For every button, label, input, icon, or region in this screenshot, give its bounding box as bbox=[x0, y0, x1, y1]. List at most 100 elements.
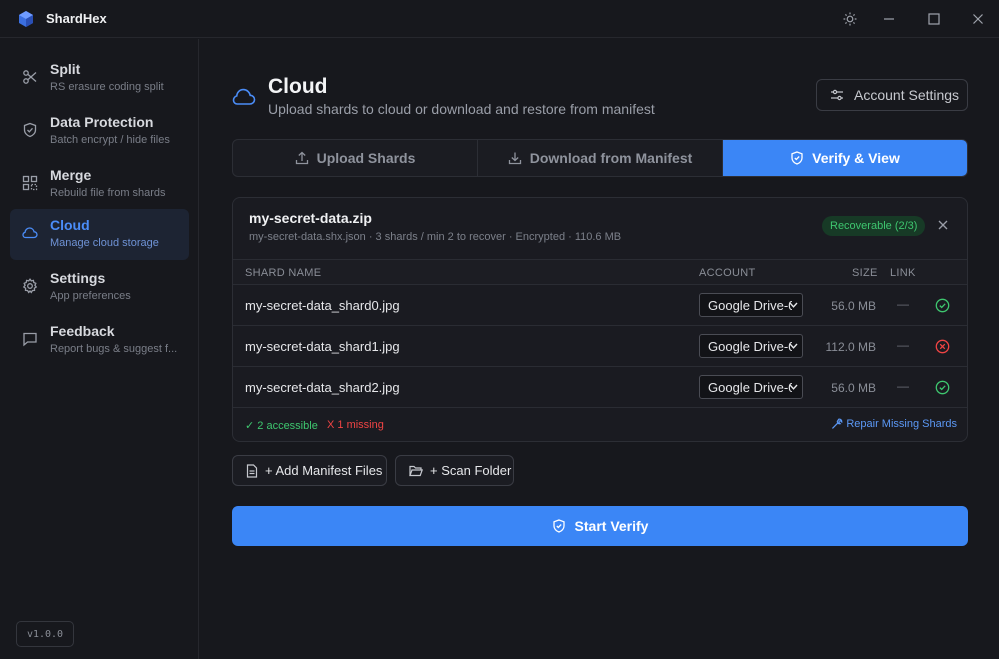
maximize-icon bbox=[928, 13, 940, 25]
sidebar-item-feedback[interactable]: Feedback Report bugs & suggest f... bbox=[10, 315, 189, 366]
sidebar-item-subtitle: Manage cloud storage bbox=[50, 237, 159, 249]
folder-open-icon bbox=[409, 465, 423, 476]
account-select-value: Google Drive-0 bbox=[708, 379, 792, 395]
shard-link: — bbox=[897, 297, 909, 311]
sidebar-item-subtitle: RS erasure coding split bbox=[50, 81, 164, 93]
close-icon[interactable] bbox=[936, 218, 950, 232]
add-manifest-files-button[interactable]: + Add Manifest Files bbox=[232, 455, 387, 486]
cloud-icon bbox=[22, 227, 38, 239]
tab-label: Verify & View bbox=[812, 150, 900, 166]
scan-folder-label: + Scan Folder bbox=[430, 463, 512, 478]
shard-size: 112.0 MB bbox=[825, 340, 876, 354]
chevron-down-icon bbox=[789, 384, 798, 390]
sidebar-item-settings[interactable]: Settings App preferences bbox=[10, 262, 189, 313]
shard-link: — bbox=[897, 379, 909, 393]
tab-bar: Upload Shards Download from Manifest Ver… bbox=[232, 139, 968, 177]
sidebar-item-split[interactable]: Split RS erasure coding split bbox=[10, 53, 189, 104]
account-select[interactable]: Google Drive-0 bbox=[699, 375, 803, 399]
title-bar: ShardHex bbox=[0, 0, 999, 38]
sidebar-item-subtitle: Rebuild file from shards bbox=[50, 187, 166, 199]
shard-name: my-secret-data_shard1.jpg bbox=[245, 339, 400, 354]
theme-toggle-button[interactable] bbox=[840, 9, 860, 29]
sidebar-item-label: Settings bbox=[50, 270, 106, 286]
manifest-card: my-secret-data.zip my-secret-data.shx.js… bbox=[232, 197, 968, 442]
column-header-link: LINK bbox=[890, 267, 916, 279]
main-content: Cloud Upload shards to cloud or download… bbox=[200, 39, 999, 659]
manifest-file-name: my-secret-data.zip bbox=[249, 210, 372, 226]
table-row: my-secret-data_shard2.jpg Google Drive-0… bbox=[233, 367, 967, 408]
sidebar-item-data-protection[interactable]: Data Protection Batch encrypt / hide fil… bbox=[10, 106, 189, 157]
maximize-button[interactable] bbox=[924, 9, 944, 29]
shard-link: — bbox=[897, 338, 909, 352]
table-row: my-secret-data_shard0.jpg Google Drive-0… bbox=[233, 285, 967, 326]
cloud-icon bbox=[232, 88, 256, 105]
tab-verify-and-view[interactable]: Verify & View bbox=[723, 140, 967, 176]
sidebar-item-subtitle: Report bugs & suggest f... bbox=[50, 343, 178, 355]
wrench-icon bbox=[832, 418, 843, 429]
scissors-icon bbox=[23, 70, 37, 84]
sliders-icon bbox=[831, 89, 843, 101]
add-manifest-label: + Add Manifest Files bbox=[265, 463, 383, 478]
sidebar-item-subtitle: Batch encrypt / hide files bbox=[50, 134, 170, 146]
table-header: SHARD NAME ACCOUNT SIZE LINK bbox=[233, 259, 967, 285]
close-icon bbox=[973, 14, 983, 24]
repair-missing-shards-link[interactable]: Repair Missing Shards bbox=[831, 418, 957, 430]
download-icon bbox=[508, 152, 521, 165]
chevron-down-icon bbox=[789, 343, 798, 349]
sidebar-item-label: Cloud bbox=[50, 217, 90, 233]
verify-summary: ✓ 2 accessible X 1 missing Repair Missin… bbox=[233, 408, 967, 441]
shard-size: 56.0 MB bbox=[831, 299, 876, 313]
x-circle-icon bbox=[935, 339, 950, 354]
minimize-button[interactable] bbox=[879, 9, 899, 29]
accessible-count: ✓ 2 accessible bbox=[245, 420, 318, 432]
sidebar-item-label: Feedback bbox=[50, 323, 115, 339]
sidebar-item-label: Data Protection bbox=[50, 114, 154, 130]
shard-name: my-secret-data_shard0.jpg bbox=[245, 298, 400, 313]
column-header-size: SIZE bbox=[852, 267, 878, 279]
close-window-button[interactable] bbox=[968, 9, 988, 29]
upload-icon bbox=[295, 151, 308, 165]
table-row: my-secret-data_shard1.jpg Google Drive-0… bbox=[233, 326, 967, 367]
column-header-shard-name: SHARD NAME bbox=[245, 267, 322, 279]
page-subtitle: Upload shards to cloud or download and r… bbox=[268, 101, 655, 117]
tab-upload-shards[interactable]: Upload Shards bbox=[233, 140, 478, 176]
account-select[interactable]: Google Drive-0 bbox=[699, 334, 803, 358]
account-settings-button[interactable]: Account Settings bbox=[816, 79, 968, 111]
manifest-meta: my-secret-data.shx.json · 3 shards / min… bbox=[249, 231, 622, 243]
shard-name: my-secret-data_shard2.jpg bbox=[245, 380, 400, 395]
missing-count: X 1 missing bbox=[327, 419, 384, 431]
repair-label: Repair Missing Shards bbox=[846, 418, 957, 430]
start-verify-button[interactable]: Start Verify bbox=[232, 506, 968, 546]
account-select[interactable]: Google Drive-0 bbox=[699, 293, 803, 317]
sidebar-item-cloud[interactable]: Cloud Manage cloud storage bbox=[10, 209, 189, 260]
shield-icon bbox=[23, 122, 37, 138]
account-select-value: Google Drive-0 bbox=[708, 338, 792, 354]
tab-label: Upload Shards bbox=[316, 150, 416, 166]
gear-icon bbox=[22, 278, 38, 294]
sidebar: Split RS erasure coding split Data Prote… bbox=[0, 39, 199, 659]
shield-check-icon bbox=[791, 151, 803, 165]
shard-size: 56.0 MB bbox=[831, 381, 876, 395]
chevron-down-icon bbox=[789, 302, 798, 308]
status-badge: Recoverable (2/3) bbox=[822, 216, 926, 236]
check-circle-icon bbox=[935, 380, 950, 395]
tab-download-from-manifest[interactable]: Download from Manifest bbox=[478, 140, 723, 176]
sidebar-item-label: Merge bbox=[50, 167, 92, 183]
file-icon bbox=[246, 463, 258, 478]
version-badge: v1.0.0 bbox=[16, 621, 74, 647]
scan-folder-button[interactable]: + Scan Folder bbox=[395, 455, 514, 486]
account-settings-label: Account Settings bbox=[854, 87, 960, 103]
column-header-account: ACCOUNT bbox=[699, 267, 756, 279]
merge-icon bbox=[22, 175, 38, 191]
check-circle-icon bbox=[935, 298, 950, 313]
sun-icon bbox=[843, 12, 857, 26]
sidebar-item-merge[interactable]: Merge Rebuild file from shards bbox=[10, 159, 189, 210]
sidebar-item-label: Split bbox=[50, 61, 81, 77]
message-icon bbox=[23, 332, 37, 347]
start-verify-label: Start Verify bbox=[574, 518, 649, 534]
app-title: ShardHex bbox=[46, 11, 107, 26]
shield-check-icon bbox=[552, 519, 565, 533]
app-logo-icon bbox=[19, 11, 33, 27]
page-title: Cloud bbox=[268, 75, 328, 98]
tab-label: Download from Manifest bbox=[529, 150, 693, 166]
